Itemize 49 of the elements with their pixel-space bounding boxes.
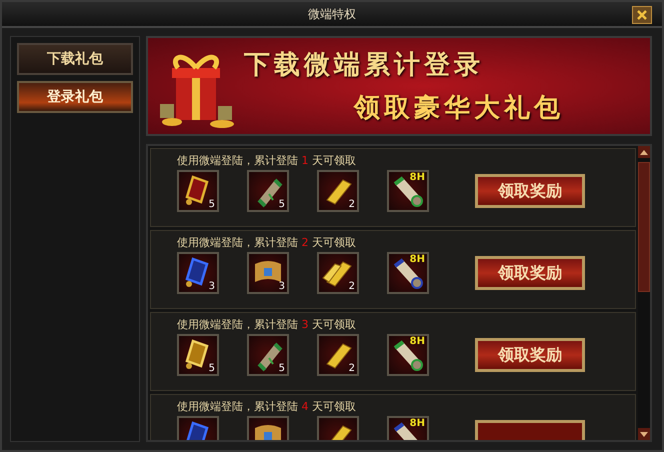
- item-count: 5: [208, 199, 215, 210]
- item-count: 2: [348, 363, 355, 374]
- reward-item-slot[interactable]: 2: [317, 170, 359, 212]
- duration-label: 8H: [410, 254, 425, 265]
- duration-label: 8H: [410, 336, 425, 347]
- reward-item-slot[interactable]: 8H: [387, 334, 429, 376]
- duration-label: 8H: [410, 418, 425, 429]
- reward-item-slot[interactable]: 5: [247, 334, 289, 376]
- reward-item-slot[interactable]: 3: [247, 252, 289, 294]
- rolled-scroll-icon: [391, 338, 425, 372]
- reward-condition-text: 使用微端登陆，累计登陆 4 天可领取: [177, 399, 357, 413]
- item-count: 2: [348, 281, 355, 292]
- banner-headline: 下载微端累计登录: [244, 49, 485, 82]
- reward-item-slot[interactable]: 2: [317, 252, 359, 294]
- reward-item-slot[interactable]: 5: [177, 170, 219, 212]
- down-arrow-icon: [640, 432, 648, 436]
- window-title: 微端特权: [308, 6, 356, 22]
- reward-condition-text: 使用微端登陆，累计登陆 2 天可领取: [177, 235, 357, 249]
- item-count: 5: [278, 363, 285, 374]
- item-count: 5: [208, 363, 215, 374]
- scrollbar[interactable]: [638, 146, 650, 440]
- rolled-scroll-icon: [391, 256, 425, 290]
- sidebar-tab[interactable]: 登录礼包: [17, 81, 133, 113]
- item-count: 5: [278, 199, 285, 210]
- scroll-up-button[interactable]: [638, 146, 650, 158]
- rolled-scroll-icon: [391, 174, 425, 208]
- reward-item-slot[interactable]: 3: [177, 252, 219, 294]
- item-count: 3: [278, 281, 285, 292]
- reward-item-slot[interactable]: 8H: [387, 170, 429, 212]
- reward-item-slot[interactable]: 5: [247, 170, 289, 212]
- reward-condition-text: 使用微端登陆，累计登陆 1 天可领取: [177, 153, 357, 167]
- scroll-thumb[interactable]: [638, 162, 650, 292]
- reward-item-slot[interactable]: 2: [317, 334, 359, 376]
- reward-condition-text: 使用微端登陆，累计登陆 3 天可领取: [177, 317, 357, 331]
- up-arrow-icon: [640, 150, 648, 154]
- close-button[interactable]: [632, 6, 652, 24]
- reward-item-slot[interactable]: 8H: [387, 416, 429, 440]
- reward-item-slot[interactable]: 5: [177, 334, 219, 376]
- item-count: 2: [348, 199, 355, 210]
- banner-subheadline: 领取豪华大礼包: [354, 92, 564, 125]
- scroll-down-button[interactable]: [638, 428, 650, 440]
- item-count: 3: [208, 281, 215, 292]
- sidebar-tab[interactable]: 下载礼包: [17, 43, 133, 75]
- duration-label: 8H: [410, 172, 425, 183]
- claim-reward-button[interactable]: 领取奖励: [475, 174, 585, 208]
- close-icon: [636, 9, 648, 21]
- claim-reward-button[interactable]: 领取奖励: [475, 256, 585, 290]
- claim-reward-button[interactable]: 领取奖励: [475, 338, 585, 372]
- reward-item-slot[interactable]: 8H: [387, 252, 429, 294]
